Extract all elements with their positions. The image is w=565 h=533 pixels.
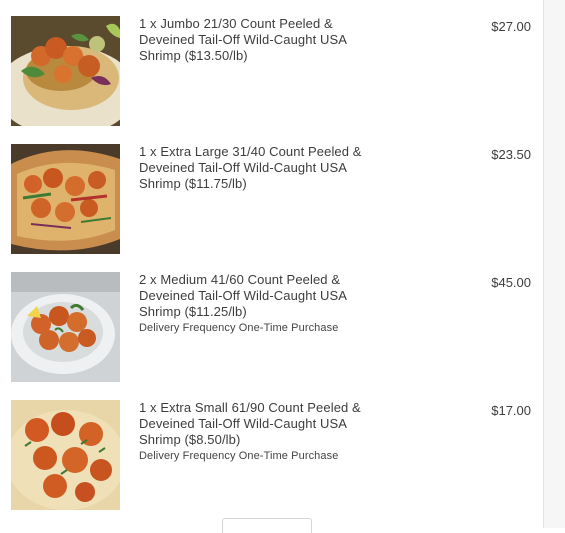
shrimp-tacos-image[interactable] [11,16,120,126]
shrimp-plate-image[interactable] [11,272,120,382]
item-price: $27.00 [491,19,531,34]
item-price: $23.50 [491,147,531,162]
cart-item-list: 1 x Jumbo 21/30 Count Peeled & Deveined … [0,0,543,533]
shrimp-flatbread-image[interactable] [11,144,120,254]
item-description: 1 x Jumbo 21/30 Count Peeled & Deveined … [139,16,379,64]
delivery-frequency: Delivery Frequency One-Time Purchase [139,450,339,462]
right-panel [543,0,565,528]
item-price: $45.00 [491,275,531,290]
delivery-frequency: Delivery Frequency One-Time Purchase [139,322,339,334]
item-title: 2 x Medium 41/60 Count Peeled & Deveined… [139,272,347,319]
cart-item: 1 x Extra Small 61/90 Count Peeled & Dev… [11,400,531,510]
item-description: 1 x Extra Large 31/40 Count Peeled & Dev… [139,144,379,192]
item-title: 1 x Jumbo 21/30 Count Peeled & Deveined … [139,16,347,63]
item-price: $17.00 [491,403,531,418]
item-description: 2 x Medium 41/60 Count Peeled & Deveined… [139,272,379,335]
item-title: 1 x Extra Large 31/40 Count Peeled & Dev… [139,144,362,191]
item-description: 1 x Extra Small 61/90 Count Peeled & Dev… [139,400,379,463]
cart-item: 1 x Jumbo 21/30 Count Peeled & Deveined … [11,16,531,126]
cart-item: 1 x Extra Large 31/40 Count Peeled & Dev… [11,144,531,254]
partial-button[interactable] [222,518,312,533]
cart-item: 2 x Medium 41/60 Count Peeled & Deveined… [11,272,531,382]
item-title: 1 x Extra Small 61/90 Count Peeled & Dev… [139,400,361,447]
shrimp-grits-image[interactable] [11,400,120,510]
